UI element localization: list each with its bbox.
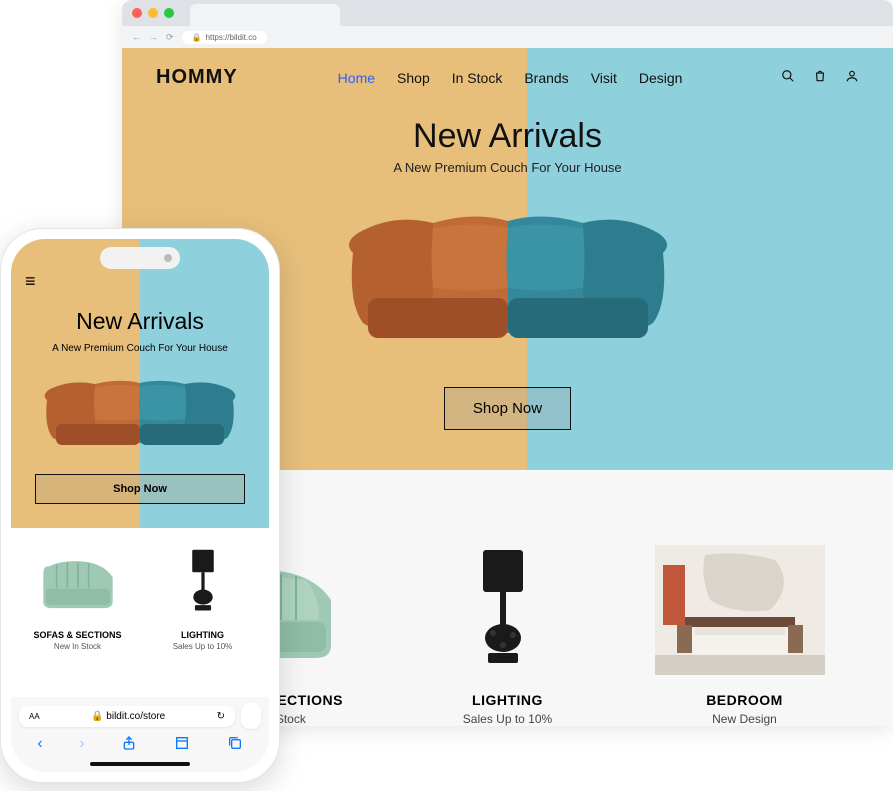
nav-design[interactable]: Design	[639, 70, 683, 86]
browser-toolbar: ← → ⟳ 🔒 https://bildit.co	[122, 26, 893, 48]
reload-icon[interactable]: ↻	[217, 711, 225, 722]
mobile-category-title: LIGHTING	[153, 630, 253, 640]
user-icon[interactable]	[845, 69, 859, 86]
menu-icon[interactable]: ≡	[25, 271, 36, 291]
category-card-bedroom[interactable]: BEDROOM New Design	[655, 540, 835, 726]
mobile-category-lighting[interactable]: LIGHTING Sales Up to 10%	[153, 542, 253, 651]
bag-icon[interactable]	[813, 69, 827, 86]
nav-instock[interactable]: In Stock	[452, 70, 503, 86]
home-indicator[interactable]	[90, 762, 190, 766]
category-sub: New Design	[655, 712, 835, 726]
mobile-hero-subtitle: A New Premium Couch For Your House	[25, 343, 255, 354]
minimize-window-icon[interactable]	[148, 8, 158, 18]
phone-mockup: ≡ New Arrivals A New Premium Couch For Y…	[0, 228, 280, 783]
mobile-hero-image	[35, 368, 245, 458]
category-title: BEDROOM	[655, 692, 835, 708]
forward-icon[interactable]: ›	[79, 735, 84, 756]
text-size-icon[interactable]: AA	[29, 712, 40, 721]
mobile-category-title: SOFAS & SECTIONS	[28, 630, 128, 640]
close-window-icon[interactable]	[132, 8, 142, 18]
camera-icon	[164, 254, 172, 262]
search-icon[interactable]	[781, 69, 795, 86]
shop-now-button[interactable]: Shop Now	[444, 387, 571, 430]
main-nav: Home Shop In Stock Brands Visit Design	[338, 70, 683, 86]
nav-home[interactable]: Home	[338, 70, 375, 86]
nav-shop[interactable]: Shop	[397, 70, 430, 86]
mobile-url: 🔒 bildit.co/store	[91, 711, 165, 722]
forward-icon[interactable]: →	[149, 32, 158, 42]
header-icons	[781, 69, 859, 86]
dynamic-island	[100, 247, 180, 269]
phone-screen: ≡ New Arrivals A New Premium Couch For Y…	[11, 239, 269, 772]
mobile-browser-chrome: AA 🔒 bildit.co/store ↻ ‹ ›	[11, 697, 269, 772]
mobile-address-bar[interactable]: AA 🔒 bildit.co/store ↻	[19, 706, 235, 727]
bookmarks-icon[interactable]	[174, 735, 190, 756]
nav-visit[interactable]: Visit	[591, 70, 617, 86]
nav-brands[interactable]: Brands	[524, 70, 568, 86]
mobile-shop-now-button[interactable]: Shop Now	[35, 474, 245, 504]
category-card-lighting[interactable]: LIGHTING Sales Up to 10%	[418, 540, 598, 726]
tabs-icon[interactable]	[227, 735, 243, 756]
mobile-category-sub: New In Stock	[28, 642, 128, 651]
window-controls	[132, 8, 174, 18]
logo[interactable]: HOMMY	[156, 66, 238, 89]
address-bar[interactable]: 🔒 https://bildit.co	[182, 31, 267, 44]
back-icon[interactable]: ←	[132, 32, 141, 42]
share-icon[interactable]	[121, 735, 137, 756]
hero-subtitle: A New Premium Couch For Your House	[122, 160, 893, 175]
lock-icon: 🔒	[91, 711, 103, 722]
lock-icon: 🔒	[192, 33, 202, 42]
lamp-image	[418, 540, 588, 680]
mobile-toolbar: ‹ ›	[19, 735, 261, 756]
site-header: HOMMY Home Shop In Stock Brands Visit De…	[122, 48, 893, 107]
mobile-lamp-image	[153, 542, 253, 622]
mobile-hero-title: New Arrivals	[25, 308, 255, 335]
mobile-category-sofas[interactable]: SOFAS & SECTIONS New In Stock	[28, 542, 128, 651]
maximize-window-icon[interactable]	[164, 8, 174, 18]
category-title: LIGHTING	[418, 692, 598, 708]
reload-icon[interactable]: ⟳	[166, 32, 174, 43]
hero-title: New Arrivals	[122, 117, 893, 156]
mobile-sofa-image	[28, 542, 128, 622]
back-icon[interactable]: ‹	[37, 735, 42, 756]
browser-tab[interactable]	[190, 4, 340, 26]
browser-tab-bar	[122, 0, 893, 26]
url-text: https://bildit.co	[206, 33, 257, 42]
bedroom-image	[655, 540, 825, 680]
mobile-categories: SOFAS & SECTIONS New In Stock LIGHTING S…	[11, 528, 269, 651]
mobile-category-sub: Sales Up to 10%	[153, 642, 253, 651]
category-sub: Sales Up to 10%	[418, 712, 598, 726]
hero-image	[333, 193, 683, 363]
mobile-tab-peek[interactable]	[241, 703, 261, 729]
mobile-hero: New Arrivals A New Premium Couch For You…	[11, 292, 269, 528]
